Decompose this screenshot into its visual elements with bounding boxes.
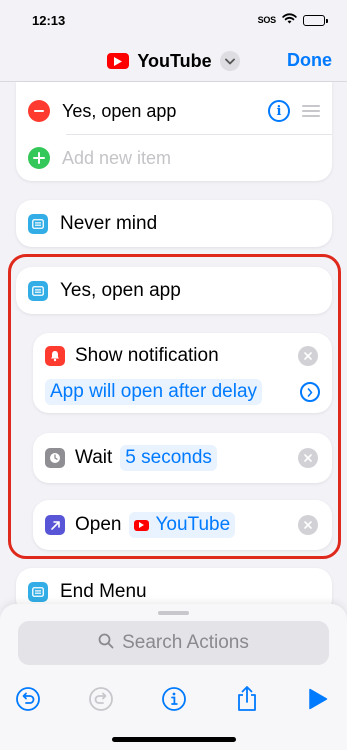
menu-case-yes-open-app[interactable]: Yes, open app [16,267,332,314]
search-placeholder[interactable]: Search Actions [122,632,249,654]
add-item-placeholder[interactable]: Add new item [62,148,320,169]
action-wait[interactable]: Wait 5 seconds [33,433,332,483]
sheet-grabber[interactable] [158,611,189,615]
battery-icon [303,14,328,26]
menu-items-card: Yes, open app i Add new item [16,82,332,181]
youtube-icon [107,53,130,69]
shortcut-title: YouTube [137,50,212,71]
info-icon[interactable] [159,684,189,714]
action-open-app[interactable]: Open YouTube [33,500,332,550]
sos-indicator: SOS [257,15,277,25]
block-label: Never mind [60,212,158,234]
info-icon[interactable]: i [268,100,290,122]
play-icon[interactable] [303,684,333,714]
action-parameter-row: App will open after delay [45,379,320,405]
action-show-notification[interactable]: Show notification App will open after de… [33,333,332,413]
app-parameter[interactable]: YouTube [129,512,236,538]
status-time: 12:13 [32,12,66,28]
chevron-down-icon[interactable] [219,51,240,71]
block-label: End Menu [60,580,147,602]
nav-bar: YouTube Done [0,40,347,82]
action-label: Show notification [75,345,219,366]
menu-item-row: Yes, open app i [16,87,332,135]
menu-item-text[interactable]: Yes, open app [62,101,268,122]
undo-icon[interactable] [13,684,43,714]
action-header: Show notification [45,333,320,379]
remove-item-icon[interactable] [28,100,50,122]
actions-sheet: Search Actions [0,604,347,750]
search-icon [98,633,114,654]
action-label: Wait [75,447,113,468]
remove-action-icon[interactable] [298,448,318,468]
menu-case-never-mind[interactable]: Never mind [16,200,332,247]
status-indicators: SOS [257,11,328,29]
wait-duration-parameter[interactable]: 5 seconds [120,445,217,471]
done-button[interactable]: Done [287,50,332,71]
redo-icon[interactable] [86,684,116,714]
remove-action-icon[interactable] [298,515,318,535]
block-label: Yes, open app [60,279,181,301]
remove-action-icon[interactable] [298,346,318,366]
menu-icon [28,581,48,602]
app-parameter-label: YouTube [155,514,231,535]
open-app-icon [45,515,65,535]
add-item-icon[interactable] [28,147,50,169]
youtube-icon [134,519,150,531]
menu-icon [28,280,48,301]
home-indicator[interactable] [112,737,236,742]
menu-icon [28,213,48,234]
editor-toolbar [0,684,347,716]
shortcut-title-menu[interactable]: YouTube [107,50,240,72]
notification-icon [45,346,65,366]
action-label: Open [75,514,122,535]
wifi-icon [282,11,297,29]
chevron-right-icon[interactable] [300,382,320,402]
status-bar: 12:13 SOS [0,0,347,40]
clock-icon [45,448,65,468]
add-item-row[interactable]: Add new item [16,134,332,182]
search-actions-field[interactable]: Search Actions [18,621,329,665]
share-icon[interactable] [232,684,262,714]
notification-text-parameter[interactable]: App will open after delay [45,379,263,405]
drag-handle-icon[interactable] [302,105,320,117]
